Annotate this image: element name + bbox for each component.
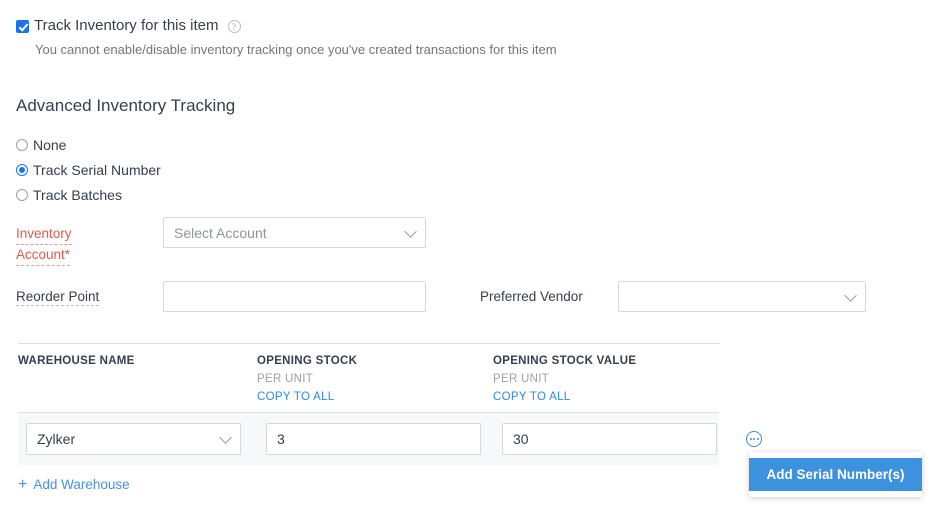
inventory-account-select[interactable]: Select Account bbox=[163, 217, 426, 248]
track-inventory-row[interactable]: Track Inventory for this item ? bbox=[16, 18, 241, 34]
copy-to-all-opening-stock-value[interactable]: COPY TO ALL bbox=[493, 391, 719, 403]
table-row: Zylker 3 30 bbox=[18, 413, 719, 465]
opening-stock-value-input[interactable]: 30 bbox=[502, 423, 717, 455]
column-header-warehouse-name: WAREHOUSE NAME bbox=[18, 355, 257, 367]
inventory-account-label-line2: Account* bbox=[16, 245, 70, 266]
question-circle-icon[interactable]: ? bbox=[228, 20, 241, 33]
track-inventory-checkbox[interactable] bbox=[16, 20, 29, 33]
warehouse-name-select[interactable]: Zylker bbox=[26, 423, 241, 455]
column-subheader-opening-stock: PER UNIT bbox=[257, 373, 493, 385]
reorder-point-label: Reorder Point bbox=[16, 289, 99, 306]
radio-indicator-none[interactable] bbox=[16, 139, 28, 151]
chevron-down-icon bbox=[219, 431, 232, 444]
table-header-row: WAREHOUSE NAME OPENING STOCK PER UNIT CO… bbox=[18, 343, 719, 413]
dot bbox=[757, 438, 759, 440]
inventory-account-label: Inventory Account* bbox=[16, 224, 72, 266]
copy-to-all-opening-stock[interactable]: COPY TO ALL bbox=[257, 391, 493, 403]
add-warehouse-button[interactable]: + Add Warehouse bbox=[18, 477, 130, 492]
tracking-type-radio-group: None Track Serial Number Track Batches bbox=[16, 136, 161, 203]
add-warehouse-label: Add Warehouse bbox=[33, 477, 129, 492]
opening-stock-input[interactable]: 3 bbox=[266, 423, 481, 455]
item-inventory-form: Track Inventory for this item ? You cann… bbox=[0, 0, 938, 509]
chevron-down-icon bbox=[404, 225, 417, 238]
preferred-vendor-select[interactable] bbox=[618, 281, 866, 312]
radio-indicator-track-batches[interactable] bbox=[16, 189, 28, 201]
radio-indicator-track-serial-number[interactable] bbox=[16, 164, 28, 176]
opening-stock-value-amount: 30 bbox=[513, 431, 529, 447]
page-title: Advanced Inventory Tracking bbox=[16, 96, 235, 116]
column-warehouse-name: WAREHOUSE NAME bbox=[18, 355, 257, 403]
add-serial-numbers-button[interactable]: Add Serial Number(s) bbox=[749, 458, 922, 491]
serial-number-popover: Add Serial Number(s) bbox=[749, 452, 922, 497]
reorder-point-input[interactable] bbox=[163, 281, 426, 312]
dot bbox=[750, 438, 752, 440]
opening-stock-value: 3 bbox=[277, 431, 285, 447]
plus-icon: + bbox=[18, 478, 27, 491]
warehouse-name-value: Zylker bbox=[37, 431, 75, 447]
track-inventory-note: You cannot enable/disable inventory trac… bbox=[35, 42, 557, 57]
dot bbox=[753, 438, 755, 440]
radio-label-track-batches: Track Batches bbox=[33, 187, 122, 203]
radio-label-none: None bbox=[33, 137, 66, 153]
inventory-account-placeholder: Select Account bbox=[174, 225, 267, 241]
column-opening-stock: OPENING STOCK PER UNIT COPY TO ALL bbox=[257, 355, 493, 403]
chevron-down-icon bbox=[844, 289, 857, 302]
inventory-account-label-line1: Inventory bbox=[16, 224, 72, 245]
radio-option-track-serial-number[interactable]: Track Serial Number bbox=[16, 161, 161, 178]
warehouse-table: WAREHOUSE NAME OPENING STOCK PER UNIT CO… bbox=[18, 343, 719, 465]
radio-option-none[interactable]: None bbox=[16, 136, 161, 153]
radio-option-track-batches[interactable]: Track Batches bbox=[16, 186, 161, 203]
column-subheader-opening-stock-value: PER UNIT bbox=[493, 373, 719, 385]
column-header-opening-stock: OPENING STOCK bbox=[257, 355, 493, 367]
column-opening-stock-value: OPENING STOCK VALUE PER UNIT COPY TO ALL bbox=[493, 355, 719, 403]
ellipsis-circle-icon[interactable] bbox=[746, 431, 762, 447]
column-header-opening-stock-value: OPENING STOCK VALUE bbox=[493, 355, 719, 367]
radio-label-track-serial-number: Track Serial Number bbox=[33, 162, 161, 178]
preferred-vendor-label: Preferred Vendor bbox=[480, 289, 583, 304]
track-inventory-label: Track Inventory for this item bbox=[34, 18, 219, 34]
